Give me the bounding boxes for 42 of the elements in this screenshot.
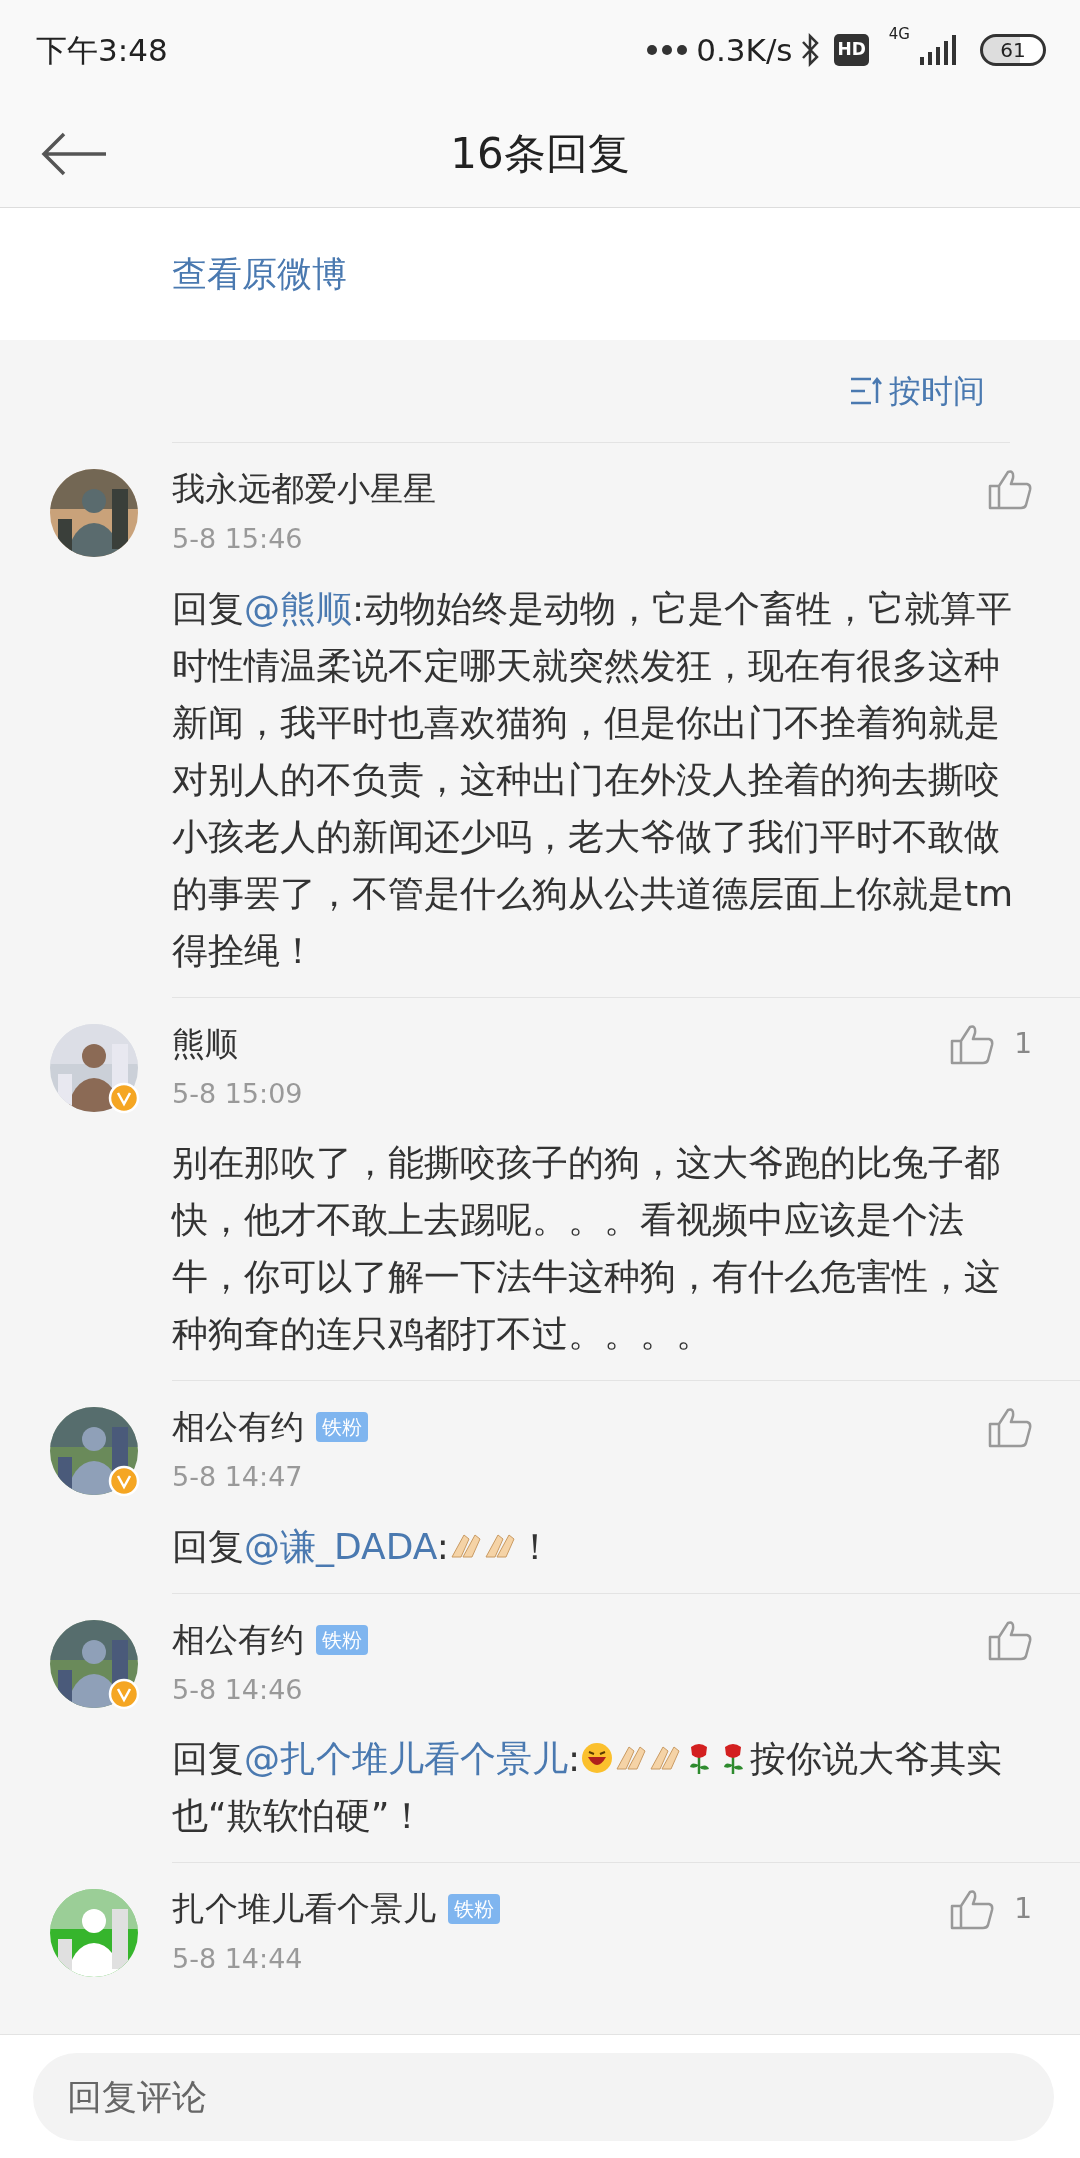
thumbs-up-icon	[950, 1888, 995, 1930]
thumbs-up-icon	[988, 1406, 1032, 1448]
page-title: 16条回复	[450, 128, 630, 180]
like-button[interactable]	[988, 1406, 1032, 1448]
comment-time: 5-8 14:46	[172, 1672, 304, 1707]
thumbs-up-icon	[950, 1022, 995, 1065]
like-button[interactable]: 1	[950, 1888, 1032, 1930]
thumbs-up-icon	[988, 468, 1032, 510]
username: 熊顺	[172, 1022, 238, 1065]
reply-input[interactable]: 回复评论	[33, 2052, 1054, 2141]
like-button[interactable]	[988, 468, 1032, 510]
network-speed: 0.3K/s	[696, 30, 793, 70]
network-type: 4G	[888, 23, 910, 45]
like-button[interactable]	[988, 1618, 1032, 1661]
comment-text: 别在那吹了，能撕咬孩子的狗，这大爷跑的比兔子都快，他才不敢上去踢呢。。。看视频中应该是个法牛，你可以了解一下法牛这种狗，有什么危害性，这种狗耷的连只鸡都打不过。。。。	[172, 1141, 1001, 1356]
fan-badge: 铁粉	[316, 1624, 368, 1655]
like-button[interactable]: 1	[950, 1022, 1032, 1065]
back-arrow-icon[interactable]	[40, 130, 108, 178]
signal-icon	[918, 35, 958, 65]
comment-text: 回复@扎个堆儿看个景儿: 按你说大爷其实也“欺软怕硬”！	[172, 1737, 1004, 1838]
grin-emoji-icon	[580, 1741, 615, 1775]
battery-indicator: 61	[980, 34, 1046, 66]
hd-indicator: HD	[834, 34, 869, 66]
username: 扎个堆儿看个景儿	[172, 1888, 436, 1931]
comment-time: 5-8 14:47	[172, 1460, 304, 1494]
thumbs-up-icon	[988, 1618, 1032, 1661]
comment-time: 5-8 14:44	[172, 1942, 304, 1976]
username: 相公有约	[172, 1406, 304, 1449]
comment-time: 5-8 15:46	[172, 522, 304, 556]
fan-badge: 铁粉	[316, 1412, 368, 1442]
original-post-link[interactable]: 查看原微博	[172, 247, 347, 301]
sort-button[interactable]: 按时间	[849, 367, 1010, 415]
comment-time: 5-8 15:09	[172, 1076, 304, 1111]
comment-text: 回复@谦_DADA: ！	[172, 1524, 554, 1569]
username: 我永远都爱小星星	[172, 468, 436, 511]
sort-icon	[849, 376, 883, 406]
more-dots-icon	[646, 44, 689, 56]
comment-text: 回复@熊顺:动物始终是动物，它是个畜牲，它就算平时性情温柔说不定哪天就突然发狂，现在有很多这种新闻，我平时也喜欢猫狗，但是你出门不拴着狗就是对别人的不负责，这种出门在外没人拴着的狗去撕咬小孩老人的新闻还少吗，老大爷做了我们平时不敢做的事罢了，不管是什么狗从公共道德层面上你就是tm得拴绳！	[172, 586, 1015, 973]
bluetooth-icon	[800, 33, 821, 67]
status-time: 下午3:48	[36, 30, 168, 70]
username: 相公有约	[172, 1618, 304, 1661]
fan-badge: 铁粉	[448, 1894, 500, 1924]
